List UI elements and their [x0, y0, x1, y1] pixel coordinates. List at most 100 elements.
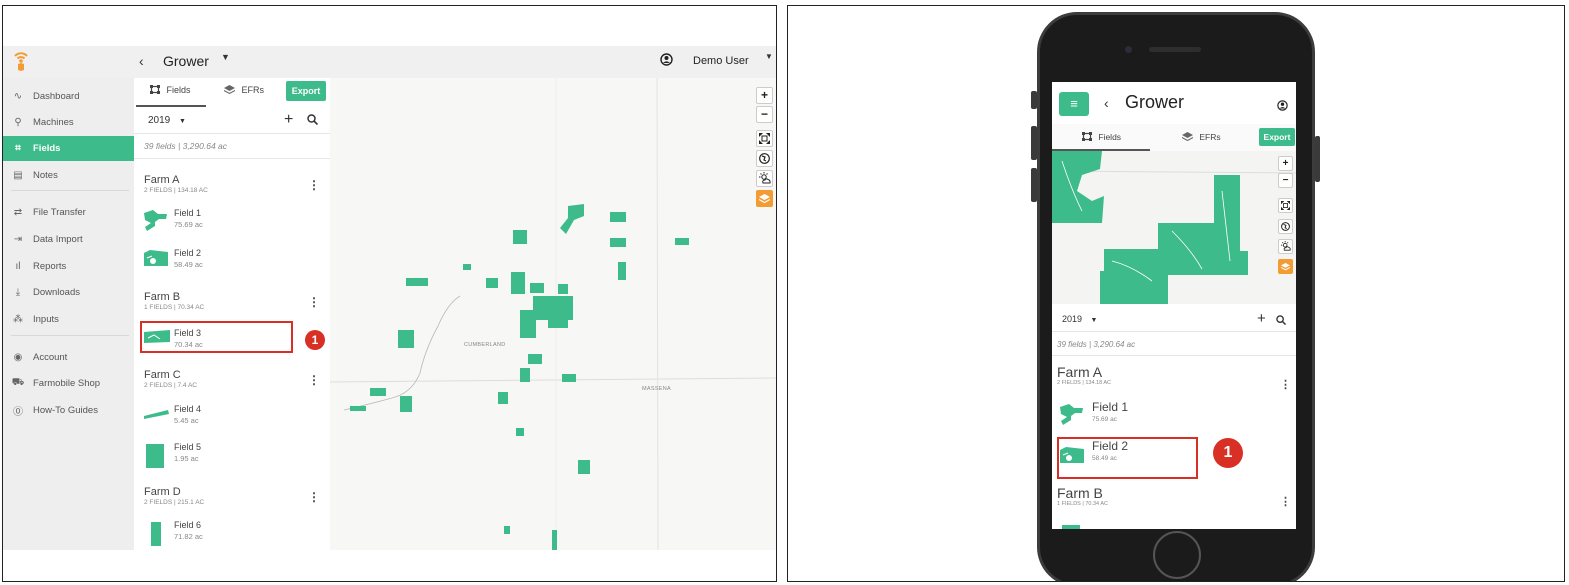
sidebar-item-inputs[interactable]: ⁂ Inputs [3, 307, 134, 332]
weather-icon[interactable] [756, 170, 773, 187]
fullscreen-icon[interactable] [1278, 198, 1293, 213]
sidebar-item-label: Machines [33, 117, 74, 128]
sidebar: ∿ Dashboard ⚲ Machines ⌗ Fields ▤ Notes ⇄ Fil… [3, 78, 134, 550]
sidebar-item-reports[interactable]: ıl Reports [3, 254, 134, 279]
bottom-margin [3, 550, 776, 581]
globe-icon[interactable] [1278, 219, 1293, 234]
field-name: Field 4 [174, 404, 202, 414]
tab-efrs[interactable]: EFRs [1181, 132, 1221, 142]
sidebar-item-label: Reports [33, 261, 67, 272]
more-options-icon[interactable]: ⋮ [1280, 495, 1291, 508]
field-5-thumbnail-icon [146, 444, 164, 468]
farm-name: Farm A [144, 174, 180, 186]
more-options-icon[interactable]: ⋮ [308, 373, 320, 387]
sidebar-item-downloads[interactable]: ⤓ Downloads [3, 280, 134, 305]
sidebar-item-label: Data Import [33, 234, 83, 245]
layers-icon [223, 85, 236, 95]
farm-meta: 2 FIELDS | 215.1 AC [144, 499, 205, 506]
sidebar-item-label: File Transfer [33, 207, 86, 218]
sidebar-item-data-import[interactable]: ⇥ Data Import [3, 227, 134, 252]
list-item-field-6[interactable]: Field 6 71.82 ac [144, 520, 294, 550]
farm-meta: 1 FIELDS | 70.34 AC [144, 304, 205, 311]
list-item-field-4[interactable]: Field 4 5.45 ac [144, 404, 294, 434]
tab-fields-label: Fields [166, 85, 191, 95]
add-field-button[interactable]: + [284, 111, 293, 129]
fields-tab-icon [150, 85, 160, 94]
user-dropdown-caret-icon[interactable]: ▼ [765, 52, 773, 61]
account-icon: ◉ [13, 352, 23, 363]
year-toolbar: 2019 ▼ + [1052, 306, 1296, 332]
farm-meta: 2 FIELDS | 134.18 AC [1057, 380, 1112, 386]
farm-header-b[interactable]: Farm B 1 FIELDS | 70.34 AC ⋮ [1057, 485, 1291, 508]
export-button[interactable]: Export [286, 81, 326, 101]
sidebar-item-notes[interactable]: ▤ Notes [3, 163, 134, 188]
field-6-thumbnail-icon [151, 522, 161, 546]
globe-icon[interactable] [756, 150, 773, 167]
step-highlight-box [1057, 437, 1198, 479]
sidebar-item-label: Downloads [33, 287, 80, 298]
zoom-out-button[interactable]: − [756, 106, 773, 123]
sidebar-item-account[interactable]: ◉ Account [3, 345, 134, 370]
more-options-icon[interactable]: ⋮ [308, 295, 320, 309]
list-item-field-2[interactable]: Field 2 58.49 ac [144, 248, 294, 278]
sidebar-item-how-to-guides[interactable]: ⓪ How-To Guides [3, 398, 134, 423]
farm-header-c[interactable]: Farm C 2 FIELDS | 7.4 AC ⋮ [144, 369, 320, 389]
field-name: Field 1 [174, 208, 202, 218]
sidebar-item-machines[interactable]: ⚲ Machines [3, 110, 134, 135]
sidebar-item-label: Account [33, 352, 68, 363]
more-options-icon[interactable]: ⋮ [1280, 378, 1291, 391]
list-item-field-5[interactable]: Field 5 1.95 ac [144, 442, 294, 472]
sidebar-item-farmobile-shop[interactable]: ⛟ Farmobile Shop [3, 371, 134, 396]
user-name[interactable]: Demo User [693, 55, 749, 67]
farm-header-b[interactable]: Farm B 1 FIELDS | 70.34 AC ⋮ [144, 291, 320, 311]
layers-icon[interactable] [1278, 259, 1293, 274]
map-view[interactable]: CUMBERLAND MASSENA + − [330, 78, 776, 550]
inputs-icon: ⁂ [13, 314, 23, 325]
add-field-button[interactable]: + [1257, 310, 1266, 327]
user-account-icon[interactable] [660, 53, 673, 71]
map-canvas [330, 78, 776, 550]
search-icon[interactable] [307, 112, 319, 130]
sidebar-divider [11, 335, 129, 336]
more-options-icon[interactable]: ⋮ [308, 490, 320, 504]
sidebar-item-fields[interactable]: ⌗ Fields [3, 136, 134, 161]
export-button[interactable]: Export [1259, 128, 1295, 146]
search-icon[interactable] [1276, 312, 1287, 330]
tab-fields[interactable]: Fields [1082, 132, 1121, 142]
zoom-in-button[interactable]: + [1278, 156, 1293, 171]
sidebar-item-file-transfer[interactable]: ⇄ File Transfer [3, 200, 134, 225]
layers-icon[interactable] [756, 190, 773, 207]
back-button[interactable]: ‹ [139, 53, 144, 69]
hamburger-menu-icon[interactable]: ≡ [1059, 92, 1089, 116]
sidebar-item-dashboard[interactable]: ∿ Dashboard [3, 84, 134, 109]
year-value: 2019 [1062, 314, 1083, 324]
tab-efrs[interactable]: EFRs [223, 85, 264, 95]
zoom-in-button[interactable]: + [756, 87, 773, 104]
user-account-icon[interactable] [1277, 98, 1288, 116]
field-3-thumbnail-partial [1062, 525, 1080, 529]
phone-power-button [1315, 136, 1320, 182]
more-options-icon[interactable]: ⋮ [308, 178, 320, 192]
farm-name: Farm C [144, 369, 181, 381]
grower-title: Grower [163, 53, 209, 69]
weather-icon[interactable] [1278, 239, 1293, 254]
zoom-out-button[interactable]: − [1278, 173, 1293, 188]
list-item-field-1[interactable]: Field 1 75.69 ac [144, 208, 294, 238]
farm-header-a[interactable]: Farm A 2 FIELDS | 134.18 AC ⋮ [144, 174, 320, 194]
back-button[interactable]: ‹ [1104, 95, 1109, 111]
grower-dropdown-caret-icon[interactable]: ▼ [221, 52, 230, 62]
farm-header-a[interactable]: Farm A 2 FIELDS | 134.18 AC ⋮ [1057, 364, 1291, 391]
phone-home-button[interactable] [1153, 531, 1201, 579]
tab-fields[interactable]: Fields [150, 85, 191, 95]
year-select[interactable]: 2019 ▼ [1062, 314, 1097, 324]
field-acres: 58.49 ac [174, 260, 203, 269]
list-divider [1052, 355, 1296, 356]
fullscreen-icon[interactable] [756, 130, 773, 147]
list-item-field-1[interactable]: Field 1 75.69 ac [1060, 400, 1210, 430]
farm-header-d[interactable]: Farm D 2 FIELDS | 215.1 AC ⋮ [144, 486, 320, 506]
farm-meta: 2 FIELDS | 134.18 AC [144, 187, 208, 194]
farm-name: Farm B [144, 291, 181, 303]
year-select[interactable]: 2019 ▼ [148, 115, 186, 126]
app-header: ‹ Grower ▼ Demo User ▼ [3, 46, 776, 78]
map-view[interactable]: + − [1052, 151, 1296, 304]
